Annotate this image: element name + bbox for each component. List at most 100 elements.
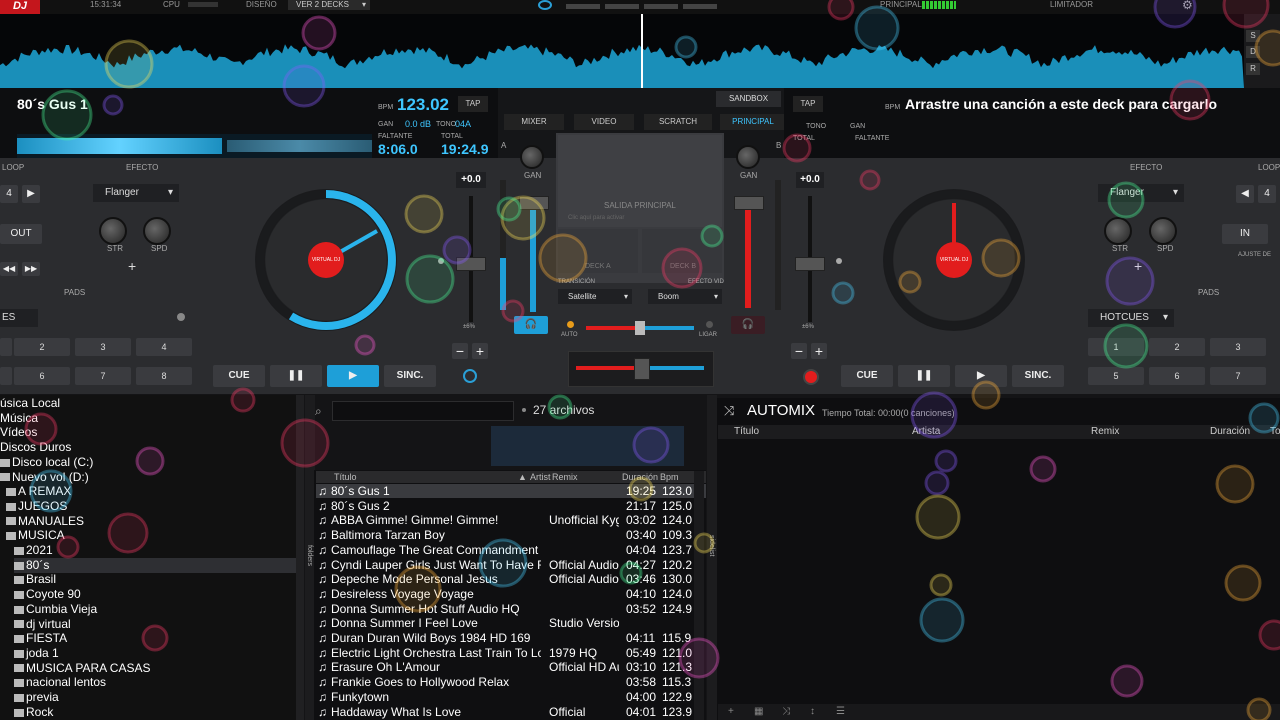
deck2-sync-button[interactable]: SINC. bbox=[1012, 365, 1064, 387]
automix-panel[interactable] bbox=[717, 398, 1280, 720]
table-row[interactable]: ♫ Donna Summer I Feel Love Studio Version bbox=[316, 616, 706, 630]
tree-item[interactable]: úsica Local bbox=[0, 396, 60, 411]
automix-col-title[interactable]: Título bbox=[734, 425, 759, 439]
deck1-pad-mode-dropdown[interactable]: ES bbox=[0, 309, 38, 327]
tree-item[interactable]: dj virtual bbox=[14, 617, 71, 632]
deck1-jog-wheel[interactable]: VIRTUAL DJ bbox=[255, 189, 397, 331]
tree-item[interactable]: nacional lentos bbox=[14, 675, 106, 690]
deck1-loop-back-button[interactable]: ◀◀ bbox=[0, 262, 18, 276]
tree-item[interactable]: A REMAX bbox=[6, 484, 71, 499]
link-indicator[interactable] bbox=[706, 321, 713, 328]
col-duration[interactable]: Duración bbox=[622, 471, 658, 483]
tree-item[interactable]: Disco local (C:) bbox=[0, 455, 93, 470]
col-remix[interactable]: Remix bbox=[552, 471, 578, 483]
deck1-pad-options-icon[interactable] bbox=[177, 313, 185, 321]
tree-item[interactable]: Vídeos bbox=[0, 425, 37, 440]
deck2-pad-3[interactable]: 3 bbox=[1210, 338, 1266, 356]
deck1-add-effect-button[interactable]: + bbox=[128, 258, 136, 274]
auto-indicator[interactable] bbox=[567, 321, 574, 328]
automix-col-remix[interactable]: Remix bbox=[1091, 425, 1119, 439]
deck2-effect-knob-str[interactable] bbox=[1104, 217, 1132, 245]
headphone-cue-left[interactable]: 🎧 bbox=[514, 316, 548, 334]
table-row[interactable]: ♫ 80´s Gus 2 21:17 125.0 bbox=[316, 499, 706, 513]
layout-dropdown[interactable]: VER 2 DECKS ▾ bbox=[288, 0, 370, 10]
deck1-pad-2[interactable]: 2 bbox=[14, 338, 70, 356]
deck1-pitch-minus[interactable]: − bbox=[452, 343, 468, 359]
tree-item[interactable]: 2021 bbox=[14, 543, 53, 558]
tree-item[interactable]: MUSICA PARA CASAS bbox=[14, 661, 150, 676]
tab-video[interactable]: VIDEO bbox=[574, 114, 634, 130]
side-button-r[interactable]: R bbox=[1246, 63, 1260, 75]
table-row[interactable]: ♫ Desireless Voyage Voyage 04:10 124.0 bbox=[316, 587, 706, 601]
track-list-scrollbar[interactable] bbox=[694, 471, 704, 720]
tree-item[interactable]: Nuevo vol (D:) bbox=[0, 470, 89, 485]
deck1-sync-icon[interactable] bbox=[463, 369, 477, 383]
crossfader[interactable] bbox=[634, 358, 650, 380]
folder-tree-scrollbar[interactable] bbox=[296, 395, 304, 720]
col-title[interactable]: Título bbox=[334, 471, 357, 483]
deck2-pad-2[interactable]: 2 bbox=[1149, 338, 1205, 356]
video-fx-dropdown[interactable]: Boom ▾ bbox=[648, 289, 722, 304]
deck1-pitch-value[interactable]: +0.0 bbox=[456, 172, 486, 188]
table-row[interactable]: ♫ Donna Summer Hot Stuff Audio HQ 03:52 124… bbox=[316, 602, 706, 616]
deck2-effect-knob-spd[interactable] bbox=[1149, 217, 1177, 245]
gear-icon[interactable]: ⚙ bbox=[1182, 0, 1193, 12]
transition-dropdown[interactable]: Satellite ▾ bbox=[558, 289, 632, 304]
deck1-cue-button[interactable]: CUE bbox=[213, 365, 265, 387]
table-row[interactable]: ♫ Funkytown 04:00 122.9 bbox=[316, 690, 706, 704]
deck2-pad-mode-dropdown[interactable]: HOTCUES ▾ bbox=[1088, 309, 1174, 327]
deck2-pad-7[interactable]: 7 bbox=[1210, 367, 1266, 385]
table-row[interactable]: ♫ Baltimora Tarzan Boy 03:40 109.3 bbox=[316, 528, 706, 542]
deck1-loop-forward-button[interactable]: ▶▶ bbox=[22, 262, 40, 276]
deck1-pitch-reset-dot[interactable] bbox=[438, 258, 444, 264]
tree-item[interactable]: Música bbox=[0, 411, 38, 426]
deck1-pad-4[interactable]: 4 bbox=[136, 338, 192, 356]
tree-item[interactable]: JUEGOS bbox=[6, 499, 67, 514]
tree-item[interactable]: previa bbox=[14, 690, 59, 705]
sidelist-side-tab[interactable]: sidelist bbox=[707, 395, 717, 720]
deck2-loop-size[interactable]: 4 bbox=[1258, 185, 1276, 203]
deck1-effect-dropdown[interactable]: Flanger ▾ bbox=[93, 184, 179, 202]
deck2-play-button[interactable]: ▶ bbox=[955, 365, 1007, 387]
deck2-pitch-plus[interactable]: + bbox=[811, 343, 827, 359]
table-row[interactable]: ♫ ABBA Gimme! Gimme! Gimme! Unofficial Kyg… bbox=[316, 513, 706, 527]
list-icon[interactable]: ☰ bbox=[836, 706, 845, 717]
table-row[interactable]: ♫ Haddaway What Is Love Official 04:01 123.9 bbox=[316, 705, 706, 719]
video-crossfader[interactable] bbox=[635, 321, 645, 335]
move-icon[interactable]: ↕ bbox=[810, 706, 815, 717]
automix-col-duration[interactable]: Duración bbox=[1210, 425, 1250, 439]
deck2-pitch-minus[interactable]: − bbox=[791, 343, 807, 359]
tab-scratch[interactable]: SCRATCH bbox=[644, 114, 712, 130]
table-row[interactable]: ♫ Frankie Goes to Hollywood Relax 03:58 115… bbox=[316, 675, 706, 689]
deck2-pad-6[interactable]: 6 bbox=[1149, 367, 1205, 385]
deck2-pad-5[interactable]: 5 bbox=[1088, 367, 1144, 385]
deck1-effect-knob-str[interactable] bbox=[99, 217, 127, 245]
deck2-pitch-value[interactable]: +0.0 bbox=[796, 172, 824, 188]
video-preview-screen[interactable]: SALIDA PRINCIPAL Clic aquí para activar … bbox=[556, 133, 724, 283]
shuffle-icon[interactable]: ⤨ bbox=[782, 706, 790, 717]
automix-col-to[interactable]: To bbox=[1270, 425, 1280, 439]
volume-fader-left[interactable] bbox=[519, 196, 549, 210]
waveform-overview[interactable] bbox=[0, 14, 1244, 88]
tab-mixer[interactable]: MIXER bbox=[504, 114, 564, 130]
table-row[interactable]: ♫ Camouflage The Great Commandment 04:04 12… bbox=[316, 543, 706, 557]
tree-item[interactable]: MUSICA bbox=[6, 528, 65, 543]
deck1-loop-play-button[interactable]: ▶ bbox=[22, 185, 40, 203]
deck2-pad-1[interactable]: 1 bbox=[1088, 338, 1144, 356]
deck1-pad-3[interactable]: 3 bbox=[75, 338, 131, 356]
clock-icon[interactable] bbox=[538, 0, 552, 10]
deck1-pitch-plus[interactable]: + bbox=[472, 343, 488, 359]
tree-item[interactable]: Discos Duros bbox=[0, 440, 71, 455]
deck1-bpm[interactable]: 123.02 bbox=[397, 95, 449, 115]
side-button-d[interactable]: D bbox=[1246, 46, 1260, 58]
tree-item[interactable]: 80´s bbox=[14, 557, 296, 573]
deck2-pitch-reset-dot[interactable] bbox=[836, 258, 842, 264]
deck1-waveform[interactable] bbox=[17, 134, 372, 158]
table-row[interactable]: ♫ Electric Light Orchestra Last Train To … bbox=[316, 646, 706, 660]
deck2-add-effect-button[interactable]: + bbox=[1134, 258, 1142, 274]
table-row[interactable]: ♫ Cyndi Lauper Girls Just Want To Have Fu… bbox=[316, 558, 706, 572]
deck2-pitch-slider[interactable] bbox=[795, 257, 825, 271]
deck2-record-icon[interactable] bbox=[803, 369, 819, 385]
tree-item[interactable]: Cumbia Vieja bbox=[14, 602, 97, 617]
tree-item[interactable]: FIESTA bbox=[14, 631, 67, 646]
